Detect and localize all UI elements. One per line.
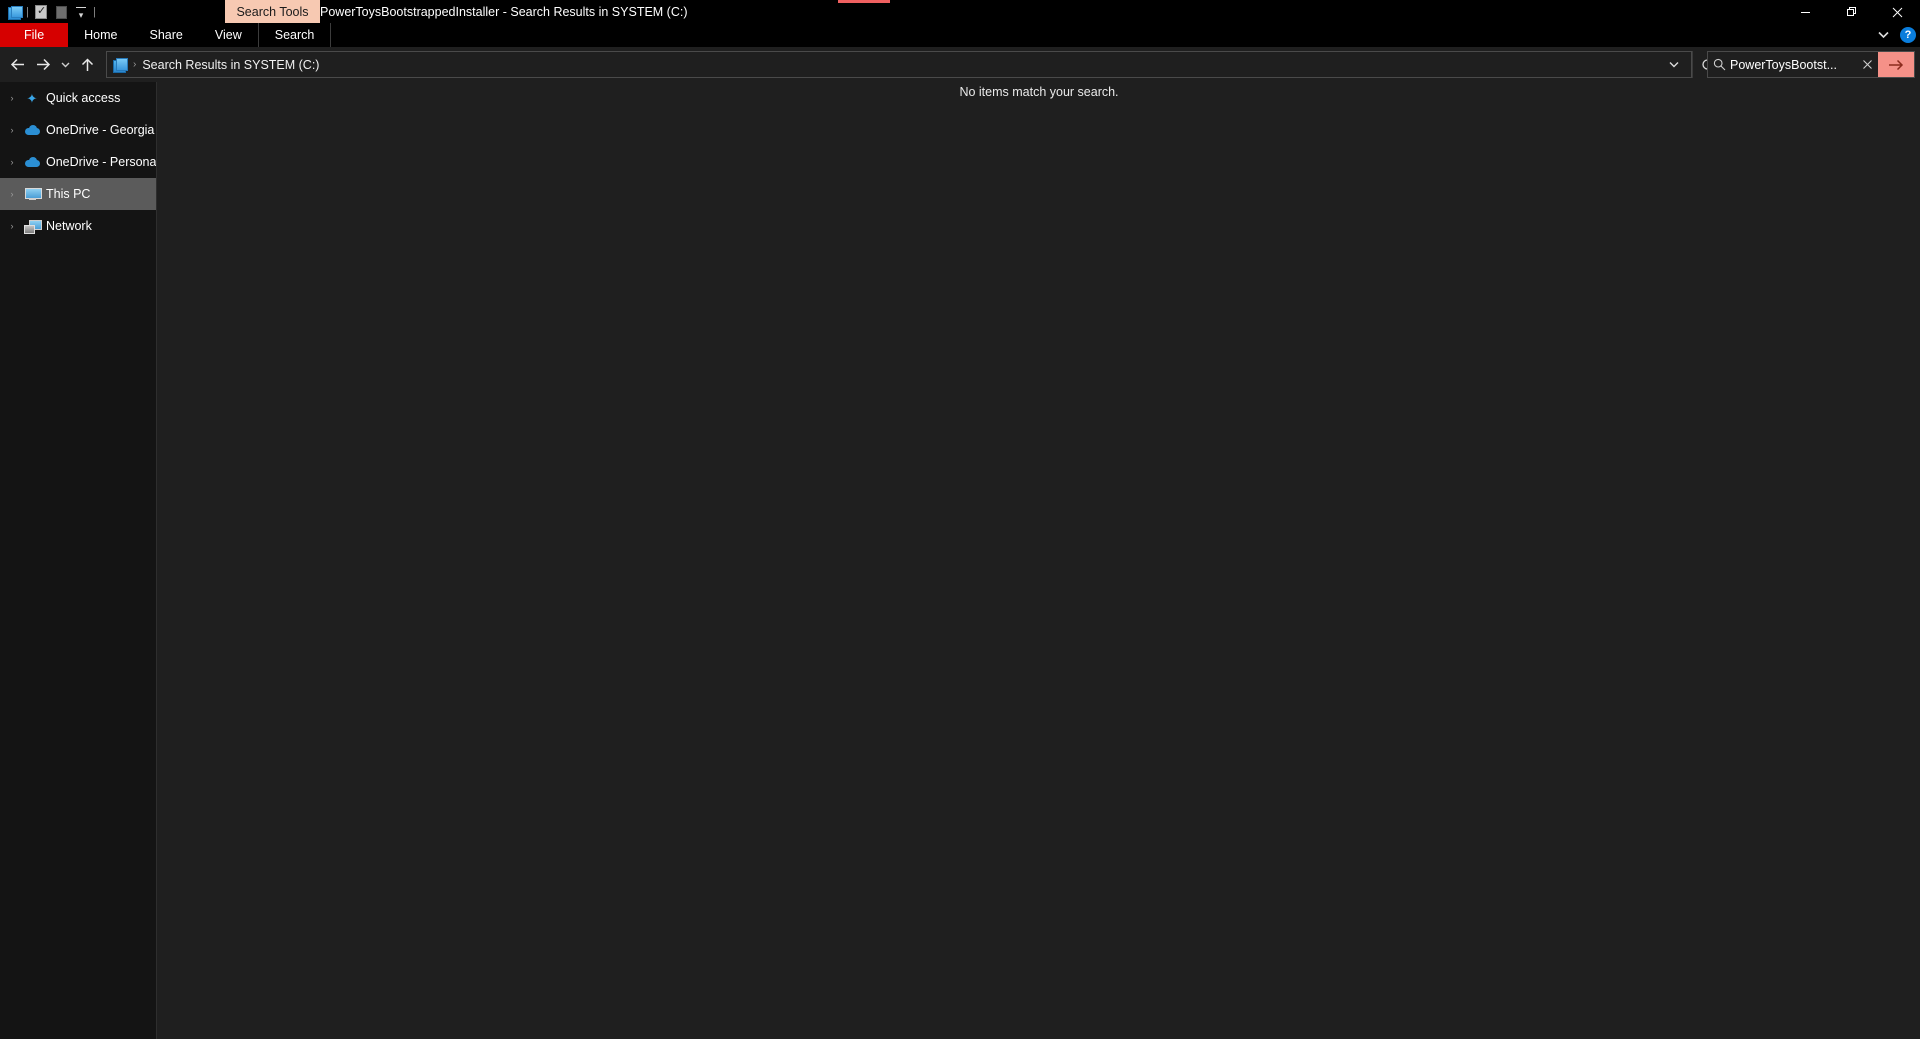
new-folder-icon[interactable] <box>51 2 71 22</box>
close-icon[interactable] <box>1856 59 1878 70</box>
sidebar-item-label: OneDrive - Personal <box>46 155 156 169</box>
chevron-right-icon[interactable]: › <box>2 82 22 114</box>
breadcrumb-separator-icon: › <box>133 59 137 70</box>
network-icon <box>22 218 42 234</box>
search-results-library-icon <box>113 57 128 73</box>
sidebar-item-label: OneDrive - Georgia In <box>46 123 156 137</box>
ribbon-tabs: File Home Share View Search <box>0 23 332 47</box>
sidebar-item-this-pc[interactable]: › This PC <box>0 178 156 210</box>
library-icon[interactable] <box>4 2 24 22</box>
minimize-button[interactable] <box>1782 0 1828 24</box>
ribbon-right-controls: ? <box>1874 23 1916 47</box>
window-controls <box>1782 0 1920 24</box>
quick-access-toolbar: | ▾ | <box>4 2 98 22</box>
sidebar-item-label: Network <box>46 219 92 233</box>
sidebar-item-onedrive-personal[interactable]: › OneDrive - Personal <box>0 146 157 178</box>
address-history-chevron-icon[interactable] <box>1660 51 1688 78</box>
file-list-view[interactable]: No items match your search. <box>158 82 1920 1039</box>
chevron-right-icon[interactable]: › <box>2 178 22 210</box>
contextual-tab-header: Search Tools <box>225 0 320 23</box>
body-area: › ✦ Quick access › OneDrive - Georgia In… <box>0 82 1920 1039</box>
address-bar-row: › Search Results in SYSTEM (C:) PowerToy… <box>0 47 1920 82</box>
chevron-right-icon[interactable]: › <box>2 210 22 242</box>
help-icon[interactable]: ? <box>1900 27 1916 43</box>
empty-search-message: No items match your search. <box>959 85 1119 99</box>
toolbar-separator: | <box>93 5 96 18</box>
search-value[interactable]: PowerToysBootst... <box>1730 58 1856 72</box>
cloud-icon <box>22 154 42 170</box>
maximize-button[interactable] <box>1828 0 1874 24</box>
address-input[interactable]: › Search Results in SYSTEM (C:) <box>106 51 1692 78</box>
tab-file[interactable]: File <box>0 23 69 47</box>
navigation-pane: › ✦ Quick access › OneDrive - Georgia In… <box>0 82 157 1039</box>
accent-line <box>838 0 890 3</box>
breadcrumb[interactable]: Search Results in SYSTEM (C:) <box>142 58 319 72</box>
chevron-right-icon[interactable]: › <box>2 146 22 178</box>
properties-icon[interactable] <box>31 2 51 22</box>
up-icon[interactable] <box>74 50 100 80</box>
cloud-icon <box>22 122 42 138</box>
customize-caret-icon[interactable]: ▾ <box>71 2 91 22</box>
search-icon <box>1708 58 1730 71</box>
computer-icon <box>22 186 42 202</box>
sidebar-item-label: This PC <box>46 187 91 201</box>
back-icon[interactable] <box>4 50 30 80</box>
search-go-button[interactable] <box>1878 52 1914 77</box>
chevron-right-icon[interactable]: › <box>2 114 22 146</box>
tab-search[interactable]: Search <box>257 23 332 47</box>
chevron-down-icon[interactable] <box>1874 26 1892 44</box>
sidebar-item-network[interactable]: › Network <box>0 210 156 242</box>
tab-home[interactable]: Home <box>68 23 133 47</box>
navigation-buttons <box>4 47 100 82</box>
star-icon: ✦ <box>26 90 38 106</box>
window-title: PowerToysBootstrappedInstaller - Search … <box>320 4 688 19</box>
toolbar-separator: | <box>26 5 29 18</box>
sidebar-item-label: Quick access <box>46 91 121 105</box>
ribbon-tab-bar: File Home Share View Search ? <box>0 23 1920 47</box>
tab-view[interactable]: View <box>199 23 258 47</box>
recent-locations-icon[interactable] <box>56 50 74 80</box>
sidebar-item-onedrive-georgia[interactable]: › OneDrive - Georgia In <box>0 114 157 146</box>
sidebar-item-quick-access[interactable]: › ✦ Quick access <box>0 82 156 114</box>
forward-icon[interactable] <box>30 50 56 80</box>
close-button[interactable] <box>1874 0 1920 24</box>
tab-share[interactable]: Share <box>134 23 199 47</box>
search-input[interactable]: PowerToysBootst... <box>1707 51 1915 78</box>
